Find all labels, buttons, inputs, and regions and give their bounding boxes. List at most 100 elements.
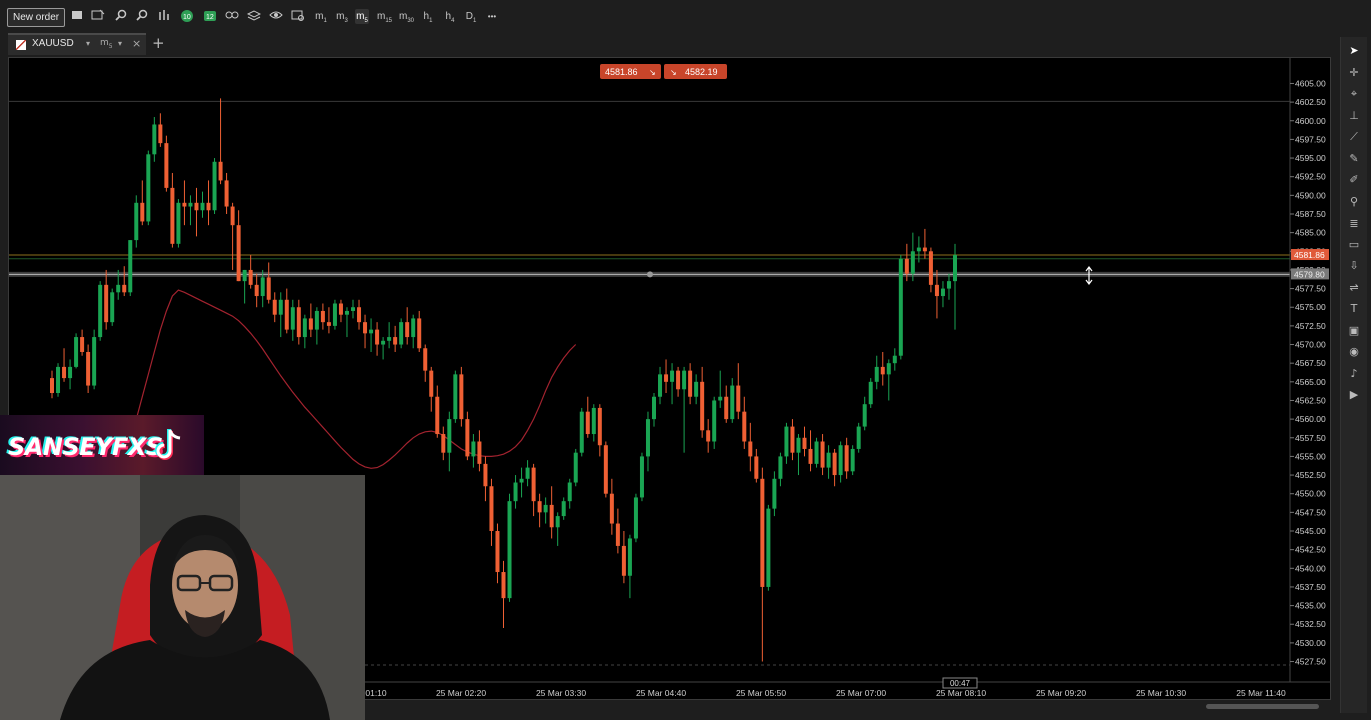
- add-tab-button[interactable]: +: [152, 34, 165, 52]
- candle-body: [555, 516, 560, 528]
- symbol-dropdown-icon[interactable]: ▾: [86, 39, 90, 48]
- timeframe-dropdown-icon[interactable]: ▾: [118, 39, 122, 48]
- timeframe-m15[interactable]: m15: [377, 9, 392, 24]
- candle-body: [525, 467, 530, 479]
- candle-body: [766, 508, 771, 587]
- y-tick-label: 4552.50: [1295, 470, 1326, 480]
- indicators-icon[interactable]: [158, 9, 172, 24]
- algo-badge-2: 12: [206, 14, 214, 21]
- zoom-in-icon[interactable]: [114, 9, 128, 24]
- image-icon[interactable]: ▣: [1345, 323, 1363, 339]
- y-tick-label: 4567.50: [1295, 358, 1326, 368]
- text-icon[interactable]: T: [1345, 301, 1363, 317]
- crosshair-2-icon[interactable]: ⌖: [1345, 86, 1363, 102]
- y-tick-label: 4535.00: [1295, 601, 1326, 611]
- x-tick-label: 25 Mar 11:40: [1236, 688, 1286, 698]
- new-order-button[interactable]: New order: [7, 8, 66, 27]
- candle-body: [537, 501, 542, 513]
- tf-sub: 15: [385, 18, 393, 24]
- tf-sub: 4: [451, 18, 455, 24]
- horizontal-scrollbar[interactable]: [364, 701, 1330, 711]
- tf-base: m: [356, 11, 365, 22]
- timeframe-m3[interactable]: m3: [335, 9, 349, 24]
- candle-body: [627, 538, 632, 576]
- crosshair-zoom-icon[interactable]: [91, 9, 105, 24]
- candle-body: [441, 434, 446, 453]
- candle-body: [429, 370, 434, 397]
- timeframe-m5[interactable]: m5: [355, 9, 369, 24]
- download-icon[interactable]: ⇩: [1345, 258, 1363, 274]
- candle-body: [387, 337, 392, 341]
- candle-body: [104, 284, 109, 323]
- rectangle-icon[interactable]: ▭: [1345, 237, 1363, 253]
- play-icon[interactable]: ▶: [1345, 387, 1363, 403]
- candle-body: [375, 329, 380, 345]
- timeframe-h4[interactable]: h4: [443, 9, 457, 24]
- brush-icon[interactable]: ✐: [1345, 172, 1363, 188]
- candle-body: [904, 258, 909, 274]
- candle-body: [868, 381, 873, 405]
- candle-body: [194, 202, 199, 211]
- eye-icon[interactable]: [269, 9, 283, 24]
- crosshair-icon[interactable]: ✛: [1345, 65, 1363, 81]
- trend-line-icon[interactable]: ⟋: [1345, 129, 1363, 145]
- more-button[interactable]: •••: [485, 9, 499, 24]
- candle-body: [326, 322, 331, 326]
- y-tick-label: 4557.50: [1295, 433, 1326, 443]
- x-tick-label: 25 Mar 04:40: [636, 688, 686, 698]
- algo-green-icon[interactable]: 10: [180, 9, 194, 24]
- candle-body: [158, 124, 163, 144]
- candle-body: [182, 202, 187, 207]
- horizontal-line-icon[interactable]: ⊥: [1345, 108, 1363, 124]
- candle-body: [862, 404, 867, 427]
- cursor-icon[interactable]: ➤: [1345, 43, 1363, 59]
- algo-green-2-icon[interactable]: 12: [203, 9, 217, 24]
- candle-body: [200, 202, 205, 211]
- measure-icon[interactable]: ⇌: [1345, 280, 1363, 296]
- candle-body: [110, 292, 115, 323]
- pencil-icon[interactable]: ✎: [1345, 151, 1363, 167]
- zoom-out-icon[interactable]: [135, 9, 149, 24]
- bell-icon[interactable]: ♪: [1345, 366, 1363, 382]
- candle-body: [230, 206, 235, 226]
- candle-body: [369, 329, 374, 334]
- fibonacci-icon[interactable]: ≣: [1345, 216, 1363, 232]
- candle-body: [760, 478, 765, 587]
- scrollbar-thumb[interactable]: [1206, 704, 1319, 709]
- tab-timeframe[interactable]: m5: [100, 38, 113, 50]
- candle-body: [898, 258, 903, 356]
- timeframe-h1[interactable]: h1: [421, 9, 435, 24]
- candle-body: [778, 456, 783, 479]
- candle-body: [68, 366, 73, 379]
- candle-body: [134, 202, 139, 241]
- candle-body: [519, 478, 524, 483]
- pin-icon[interactable]: ⚲: [1345, 194, 1363, 210]
- timeframe-m1[interactable]: m1: [314, 9, 328, 24]
- candle-body: [639, 456, 644, 498]
- candle-body: [344, 310, 349, 315]
- timeframe-m30[interactable]: m30: [399, 9, 414, 24]
- y-tick-label: 4550.00: [1295, 489, 1326, 499]
- tf-base: D: [465, 11, 473, 22]
- candle-body: [609, 493, 614, 524]
- close-tab-icon[interactable]: ×: [132, 37, 141, 50]
- y-tick-label: 4577.50: [1295, 284, 1326, 294]
- candle-body: [513, 482, 518, 502]
- x-tick-label: 25 Mar 09:20: [1036, 688, 1086, 698]
- layers-icon[interactable]: [246, 9, 262, 24]
- candle-body: [880, 366, 885, 375]
- candle-body: [74, 337, 79, 367]
- candle-body: [128, 240, 133, 293]
- settings-icon[interactable]: [291, 9, 305, 24]
- eye-drawings-icon[interactable]: ◉: [1345, 344, 1363, 360]
- chart-tab-xauusd[interactable]: XAUUSD ▾ m5 ▾ ×: [8, 33, 146, 55]
- candle-body: [615, 523, 620, 546]
- candle-body: [724, 396, 729, 420]
- timeframe-d1[interactable]: D1: [464, 9, 478, 24]
- objects-icon[interactable]: [225, 9, 239, 24]
- candle-body: [122, 284, 127, 293]
- chart-type-icon[interactable]: [70, 9, 84, 24]
- candle-body: [465, 419, 470, 457]
- candle-body: [946, 281, 951, 289]
- candle-body: [435, 396, 440, 435]
